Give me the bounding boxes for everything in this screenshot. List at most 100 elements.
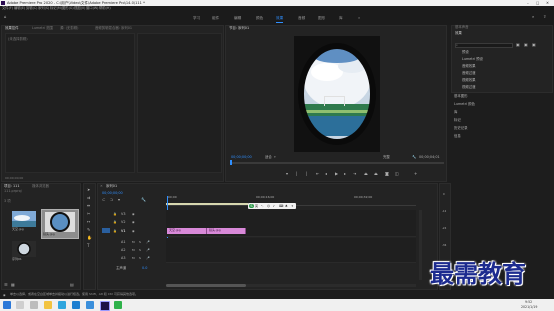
tab-media-browser[interactable]: 媒体浏览器 [32, 184, 49, 189]
effects-title[interactable]: 效果 [455, 31, 462, 36]
tools-icon[interactable]: ✦ [291, 204, 294, 208]
effects-panel-menu-title[interactable]: 基本声音 [455, 25, 469, 30]
chat-app-icon[interactable] [114, 301, 122, 309]
export-frame-icon[interactable]: ◙ [385, 172, 389, 176]
lock-icon[interactable]: 🔒 [113, 229, 117, 233]
effects-item-video-transitions[interactable]: 视频过渡 [462, 85, 476, 89]
extract-icon[interactable]: ⏏ [374, 172, 378, 176]
program-tab[interactable]: 节目: 序列01 [229, 26, 249, 31]
go-to-out-icon[interactable]: ⇥ [353, 172, 356, 176]
track-label-v1[interactable]: V1 [121, 229, 125, 233]
mark-in-icon[interactable]: ▾ [286, 172, 288, 176]
effects-item-audio-effects[interactable]: 音频效果 [462, 64, 476, 68]
mail-icon[interactable] [86, 301, 94, 309]
section-essential-graphics[interactable]: 基本图形 [454, 94, 468, 99]
toggle-output-icon[interactable]: ◉ [132, 229, 135, 233]
microphone-icon[interactable]: 🎤 [146, 240, 150, 244]
mute-icon[interactable]: M [132, 248, 135, 252]
list-view-icon[interactable]: ☰ [4, 283, 8, 287]
emoji-icon[interactable]: ☺ [267, 204, 270, 208]
program-fit-select[interactable]: 适合 [265, 155, 272, 160]
program-timecode-current[interactable]: 00;00;00;00 [231, 155, 252, 160]
workspace-assembly[interactable]: 组件 [212, 14, 219, 22]
workspace-more[interactable]: » [358, 14, 360, 22]
tab-audio-clip-mixer[interactable]: 音频剪辑混合器: 序列01 [95, 26, 132, 31]
punctuation-icon[interactable]: °, [261, 204, 263, 208]
timeline-horizontal-scrollbar[interactable] [166, 284, 416, 287]
playhead-marker[interactable] [230, 160, 232, 165]
timeline-clip-lens[interactable]: 镜头.jpg [207, 228, 246, 234]
timeline-vertical-scrollbar[interactable] [419, 210, 422, 280]
track-label-a3[interactable]: A3 [121, 256, 125, 260]
home-icon[interactable]: ⌂ [4, 15, 7, 19]
track-lane-v1[interactable]: 天空.jpg 镜头.jpg [166, 226, 416, 237]
timeline-timecode[interactable]: 00;00;00;00 [102, 191, 123, 196]
effects-item-audio-transitions[interactable]: 音频过渡 [462, 71, 476, 75]
effects-item-presets[interactable]: 预设 [462, 50, 469, 54]
source-patch-v1[interactable] [102, 228, 110, 233]
tab-source[interactable]: 源: (无剪辑) [60, 26, 78, 31]
solo-icon[interactable]: S [139, 240, 141, 244]
accelerated-effects-icon[interactable]: ▣ [516, 43, 520, 47]
track-label-v3[interactable]: V3 [121, 212, 125, 216]
timeline-clip-sky[interactable]: 天空.jpg [167, 228, 207, 234]
program-scrubber[interactable] [230, 162, 444, 164]
hand-tool-icon[interactable]: ✋ [87, 236, 92, 240]
icon-view-icon[interactable]: ▦ [11, 283, 15, 287]
ripple-edit-tool-icon[interactable]: ⇹ [87, 204, 90, 208]
tab-effect-controls[interactable]: 效果控件 [5, 26, 19, 31]
pen-tool-icon[interactable]: ✎ [87, 228, 90, 232]
share-icon[interactable]: ⇪ [543, 15, 546, 19]
mark-out-icon[interactable]: | [296, 172, 297, 176]
lift-icon[interactable]: ⏏ [364, 172, 368, 176]
scrollbar-thumb[interactable] [166, 284, 246, 287]
track-select-tool-icon[interactable]: ⇉ [87, 196, 90, 200]
chevron-down-icon[interactable]: ▾ [274, 155, 276, 160]
workspace-color[interactable]: 颜色 [256, 14, 263, 22]
toggle-output-icon[interactable]: ◉ [132, 212, 135, 216]
section-info[interactable]: 信息 [454, 134, 461, 139]
section-lumetri-color[interactable]: Lumetri 颜色 [454, 102, 475, 107]
close-icon[interactable]: ✕ [100, 184, 103, 189]
keyboard-icon[interactable]: ⌨ [279, 204, 283, 208]
wrench-icon[interactable]: 🔧 [412, 155, 416, 160]
search-taskbar-icon[interactable] [16, 301, 24, 309]
mute-icon[interactable]: M [132, 240, 135, 244]
workspace-effects[interactable]: 效果 [276, 14, 284, 23]
mark-clip-icon[interactable]: | [306, 172, 307, 176]
step-back-icon[interactable]: ◂ [325, 172, 327, 176]
workspace-libraries[interactable]: 库 [339, 14, 343, 22]
windows-start-icon[interactable] [3, 301, 11, 309]
razor-tool-icon[interactable]: ✂ [87, 212, 90, 216]
tab-lumetri-scopes[interactable]: Lumetri 范围 [32, 26, 53, 31]
slip-tool-icon[interactable]: ↔ [87, 220, 90, 224]
track-label-a2[interactable]: A2 [121, 248, 125, 252]
master-volume-value[interactable]: 0.0 [142, 266, 147, 270]
ime-icon[interactable]: S [249, 204, 254, 208]
mute-icon[interactable]: M [132, 256, 135, 260]
work-area-bar[interactable] [166, 203, 248, 205]
store-icon[interactable] [72, 301, 80, 309]
toggle-output-icon[interactable]: ◉ [132, 220, 135, 224]
skin-icon[interactable]: ♣ [285, 204, 288, 208]
lock-icon[interactable]: 🔒 [113, 220, 117, 224]
file-explorer-icon[interactable] [44, 301, 52, 309]
lock-icon[interactable]: 🔒 [113, 212, 117, 216]
microphone-icon[interactable]: 🎤 [146, 248, 150, 252]
project-item-sequence[interactable]: 序列01 [12, 241, 36, 262]
workspace-audio[interactable]: 音频 [298, 14, 305, 22]
premiere-taskbar-icon[interactable] [100, 301, 110, 311]
workspace-learn[interactable]: 学习 [193, 14, 200, 22]
section-markers[interactable]: 标记 [454, 118, 461, 123]
solo-icon[interactable]: S [139, 256, 141, 260]
go-to-in-icon[interactable]: ⇤ [316, 172, 319, 176]
effects-search-input[interactable] [455, 43, 513, 48]
selection-tool-icon[interactable]: ➤ [87, 188, 90, 192]
timeline-tab[interactable]: 序列01 [106, 184, 117, 189]
compare-icon[interactable]: ◫ [395, 172, 399, 176]
workspace-editing[interactable]: 编辑 [234, 14, 241, 22]
edge-browser-icon[interactable] [58, 301, 66, 309]
search-icon[interactable]: ⌕ [532, 15, 534, 19]
type-tool-icon[interactable]: T [87, 244, 89, 248]
section-libraries[interactable]: 库 [454, 110, 457, 115]
